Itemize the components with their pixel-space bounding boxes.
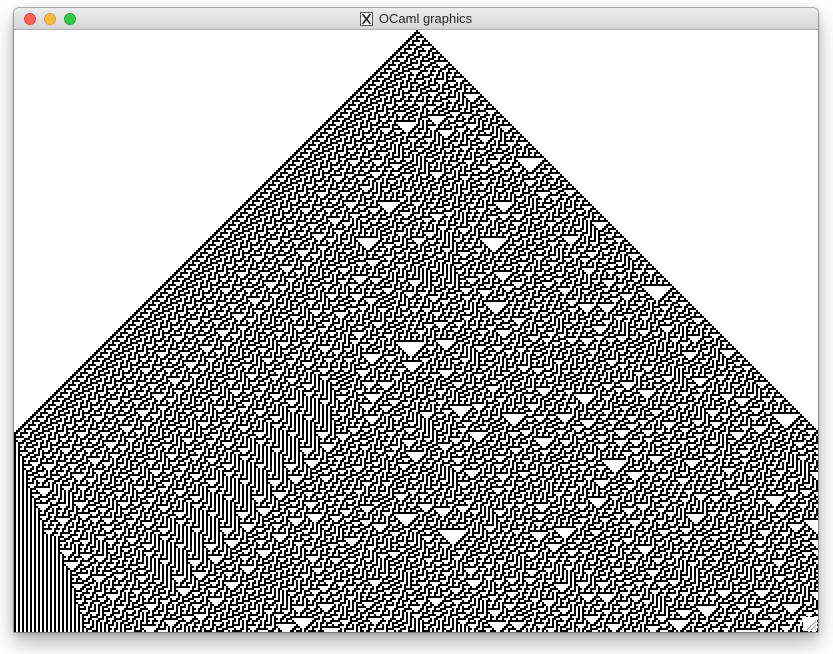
automaton-cells — [14, 30, 818, 632]
cellular-automaton-drawing — [14, 30, 818, 632]
x11-icon — [359, 12, 373, 26]
title-bar[interactable]: OCaml graphics — [14, 8, 818, 30]
zoom-button[interactable] — [64, 13, 76, 25]
resize-grip-icon[interactable] — [803, 617, 817, 631]
close-button[interactable] — [24, 13, 36, 25]
title-group: OCaml graphics — [14, 8, 818, 30]
app-window: OCaml graphics — [14, 8, 818, 632]
graphics-canvas[interactable] — [14, 30, 818, 632]
window-title: OCaml graphics — [378, 11, 473, 26]
minimize-button[interactable] — [44, 13, 56, 25]
